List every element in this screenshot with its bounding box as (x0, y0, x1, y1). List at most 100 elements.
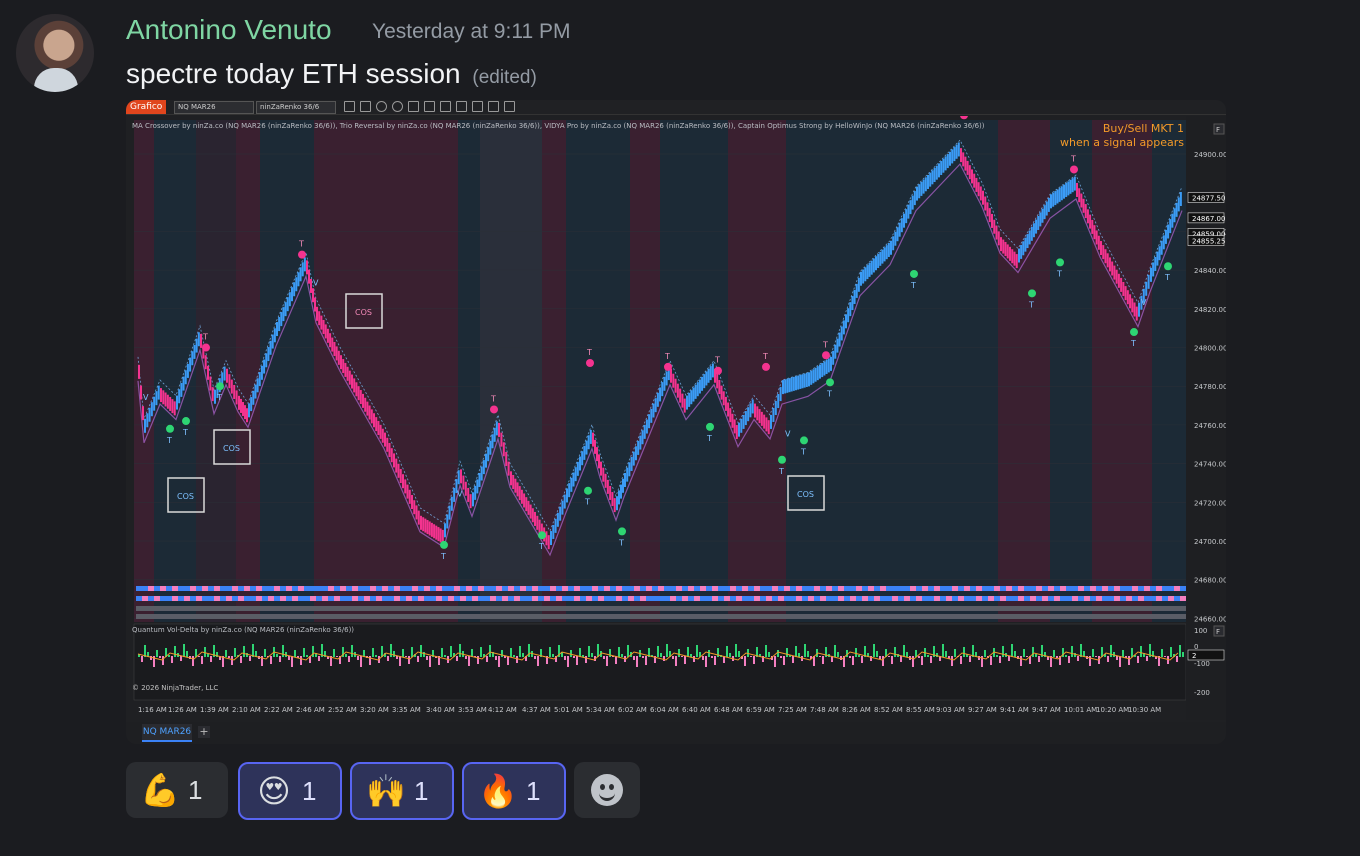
delta-bar (822, 656, 824, 664)
renko-brick (679, 388, 682, 403)
buy-signal-label: T (584, 498, 590, 507)
renko-brick (178, 389, 181, 404)
renko-brick (659, 387, 662, 402)
reaction-muscle[interactable]: 💪 1 (126, 762, 228, 818)
data-box-icon[interactable] (488, 101, 499, 112)
renko-brick (971, 169, 973, 184)
list-icon[interactable] (504, 101, 515, 112)
delta-bar (1182, 652, 1184, 657)
trend-stripe (472, 606, 478, 611)
author-name[interactable]: Antonino Venuto (126, 14, 332, 46)
tab-nq-mar26[interactable]: NQ MAR26 (142, 724, 192, 742)
trend-stripe (598, 606, 604, 611)
delta-bar (1035, 654, 1037, 657)
properties-icon[interactable] (424, 101, 435, 112)
renko-brick (193, 344, 196, 359)
trend-stripe (958, 586, 964, 591)
renko-brick (1160, 240, 1163, 255)
regime-band (236, 120, 260, 622)
trend-stripe (238, 586, 244, 591)
trend-stripe (670, 614, 676, 619)
trend-stripe (892, 606, 898, 611)
price-tick: 24900.00 (1194, 151, 1226, 159)
price-tick: 24840.00 (1194, 267, 1226, 275)
chart-screenshot-embed[interactable]: Grafico NQ MAR26 ninZaRenko 36/6 TTTTTTT… (126, 100, 1226, 744)
trend-stripe (682, 586, 688, 591)
add-reaction-button[interactable] (574, 762, 640, 818)
trend-stripe (850, 596, 856, 601)
renko-brick (729, 408, 732, 423)
trend-stripe (1072, 596, 1078, 601)
cos-label: COS (177, 492, 194, 501)
trend-stripe (292, 614, 298, 619)
trend-stripe (1090, 606, 1096, 611)
renko-brick (942, 158, 945, 173)
delta-bar (192, 656, 194, 666)
renko-brick (749, 403, 752, 418)
trend-stripe (622, 606, 628, 611)
trend-stripe (1072, 614, 1078, 619)
delta-bar (738, 651, 740, 657)
delta-bar (423, 652, 425, 657)
time-tick: 1:16 AM (138, 706, 167, 714)
reaction-fire[interactable]: 🔥 1 (462, 762, 566, 820)
trend-stripe (1102, 606, 1108, 611)
trend-stripe (934, 596, 940, 601)
user-avatar[interactable] (16, 14, 94, 92)
delta-bar (894, 647, 896, 657)
indicator-icon[interactable] (456, 101, 467, 112)
bars-icon[interactable] (344, 101, 355, 112)
instrument-select[interactable]: NQ MAR26 (174, 101, 254, 114)
trend-stripe (238, 606, 244, 611)
reaction-heart-eyes[interactable]: 😍 1 (238, 762, 342, 820)
renko-brick (905, 209, 908, 224)
delta-bar (1092, 649, 1094, 657)
sell-signal-label: T (762, 352, 768, 361)
pencil-icon[interactable] (360, 101, 371, 112)
delta-bar (264, 649, 266, 657)
trend-stripe (676, 586, 682, 591)
chart-type-select[interactable]: ninZaRenko 36/6 (256, 101, 336, 114)
trend-stripe (382, 614, 388, 619)
trend-stripe (922, 596, 928, 601)
trend-stripe (580, 614, 586, 619)
add-tab-button[interactable]: + (198, 726, 210, 738)
trend-stripe (538, 596, 544, 601)
renko-brick (587, 435, 590, 450)
trend-stripe (832, 596, 838, 601)
regime-band (196, 120, 236, 622)
trend-stripe (1138, 596, 1144, 601)
trend-stripe (640, 606, 646, 611)
reaction-raised-hands[interactable]: 🙌 1 (350, 762, 454, 820)
trend-stripe (316, 596, 322, 601)
cos-label: COS (355, 308, 372, 317)
trend-stripe (892, 596, 898, 601)
trend-stripe (760, 606, 766, 611)
trend-stripe (988, 586, 994, 591)
crosshair-icon[interactable] (408, 101, 419, 112)
trend-stripe (460, 614, 466, 619)
template-icon[interactable] (472, 101, 483, 112)
trend-stripe (1060, 614, 1066, 619)
time-tick: 2:10 AM (232, 706, 261, 714)
trend-stripe (208, 586, 214, 591)
message-timestamp[interactable]: Yesterday at 9:11 PM (372, 20, 570, 44)
trend-stripe (1000, 586, 1006, 591)
lower-tick: 100 (1194, 627, 1207, 635)
trend-stripe (238, 614, 244, 619)
trend-stripe (838, 606, 844, 611)
strategy-icon[interactable] (440, 101, 451, 112)
trend-stripe (970, 614, 976, 619)
trend-stripe (172, 596, 178, 601)
trend-stripe (166, 596, 172, 601)
buy-signal-label: T (1028, 300, 1034, 309)
renko-brick (968, 165, 971, 180)
trend-stripe (742, 596, 748, 601)
zoom-in-icon[interactable] (376, 101, 387, 112)
delta-bar (519, 646, 521, 657)
trend-stripe (430, 596, 436, 601)
trend-stripe (898, 606, 904, 611)
zoom-out-icon[interactable] (392, 101, 403, 112)
trend-stripe (322, 606, 328, 611)
chart-tag[interactable]: Grafico (126, 100, 167, 114)
